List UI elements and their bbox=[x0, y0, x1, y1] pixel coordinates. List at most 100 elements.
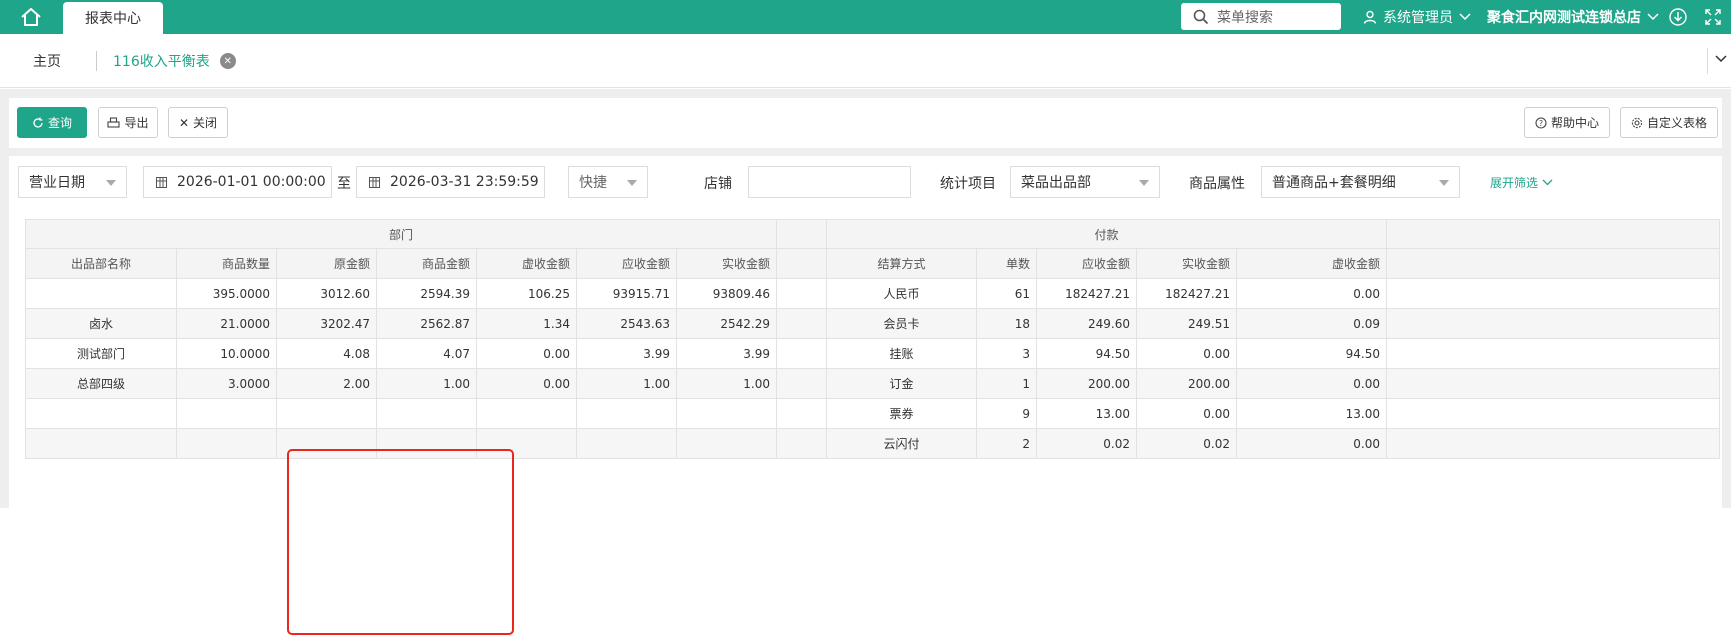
table-cell: 2.00 bbox=[276, 368, 377, 399]
column-header: 原金额 bbox=[276, 248, 377, 279]
top-navbar: 报表中心 菜单搜索 系统管理员 聚食汇内网测试连锁总店 bbox=[0, 0, 1731, 34]
start-date-value: 2026-01-01 00:00:00 bbox=[177, 174, 326, 190]
table-cell bbox=[276, 428, 377, 459]
store-input[interactable] bbox=[748, 166, 911, 198]
chevron-down-icon bbox=[1542, 179, 1553, 186]
table-row[interactable]: 395.0000 3012.60 2594.39 106.25 93915.71 9380… bbox=[25, 278, 1720, 309]
store-label: 店铺 bbox=[704, 176, 732, 192]
refresh-icon bbox=[33, 117, 43, 128]
breadcrumb-current-tab[interactable]: 116收入平衡表 ✕ bbox=[113, 51, 236, 71]
table-cell: 3.0000 bbox=[176, 368, 277, 399]
breadcrumb-home[interactable]: 主页 bbox=[33, 51, 61, 71]
table-cell: 1.00 bbox=[676, 368, 777, 399]
product-attr-select[interactable]: 普通商品+套餐明细 bbox=[1261, 166, 1460, 198]
stat-item-label: 统计项目 bbox=[940, 176, 996, 192]
table-cell: 订金 bbox=[826, 368, 977, 399]
help-center-button[interactable]: ? 帮助中心 bbox=[1524, 107, 1610, 138]
custom-table-button[interactable]: 自定义表格 bbox=[1620, 107, 1718, 138]
table-cell-spacer bbox=[776, 398, 827, 429]
column-header: 单数 bbox=[976, 248, 1037, 279]
table-cell: 3202.47 bbox=[276, 308, 377, 339]
quick-range-value: 快捷 bbox=[579, 175, 607, 191]
table-row[interactable]: 卤水 21.0000 3202.47 2562.87 1.34 2543.63 2542.2… bbox=[25, 308, 1720, 339]
download-icon[interactable] bbox=[1668, 7, 1688, 27]
chevron-down-icon[interactable] bbox=[1714, 52, 1728, 66]
end-date-input[interactable]: 2026-03-31 23:59:59 bbox=[356, 166, 545, 198]
breadcrumb: 主页 116收入平衡表 ✕ bbox=[0, 34, 1731, 88]
group-header-payment: 付款 bbox=[826, 219, 1387, 249]
table-cell: 61 bbox=[976, 278, 1037, 309]
fullscreen-icon[interactable] bbox=[1704, 8, 1722, 26]
product-attr-value: 普通商品+套餐明细 bbox=[1272, 175, 1396, 191]
user-icon bbox=[1363, 10, 1377, 24]
table-cell bbox=[25, 278, 177, 309]
table-row[interactable]: 总部四级 3.0000 2.00 1.00 0.00 1.00 1.00 订金 1 200.00 2… bbox=[25, 368, 1720, 399]
table-cell-spacer bbox=[1386, 338, 1720, 369]
tab-report-center[interactable]: 报表中心 bbox=[63, 2, 163, 34]
table-row[interactable]: 云闪付 2 0.02 0.02 0.00 bbox=[25, 428, 1720, 459]
table-cell: 9 bbox=[976, 398, 1037, 429]
table-row[interactable]: 测试部门 10.0000 4.08 4.07 0.00 3.99 3.99 挂账 3 94.50 0… bbox=[25, 338, 1720, 369]
calendar-icon bbox=[369, 176, 380, 188]
action-toolbar: 查询 导出 ✕ 关闭 ? 帮助中心 自定义表格 bbox=[9, 98, 1722, 148]
income-balance-table: 部门 付款 出品部名称 商品数量 原金额 商品金额 虚收金额 应收金额 实收金额 结算方式 单数… bbox=[25, 219, 1720, 459]
table-cell: 测试部门 bbox=[25, 338, 177, 369]
table-cell: 249.51 bbox=[1136, 308, 1237, 339]
table-cell: 200.00 bbox=[1036, 368, 1137, 399]
menu-search-input[interactable]: 菜单搜索 bbox=[1181, 3, 1341, 30]
date-type-select[interactable]: 营业日期 bbox=[18, 166, 127, 198]
table-cell: 3.99 bbox=[576, 338, 677, 369]
table-cell: 0.00 bbox=[1136, 338, 1237, 369]
column-header: 应收金额 bbox=[1036, 248, 1137, 279]
quick-range-select[interactable]: 快捷 bbox=[568, 166, 648, 198]
query-button-label: 查询 bbox=[47, 116, 72, 130]
table-cell: 182427.21 bbox=[1036, 278, 1137, 309]
caret-down-icon bbox=[1139, 180, 1149, 186]
table-cell-spacer bbox=[776, 428, 827, 459]
user-menu[interactable]: 系统管理员 bbox=[1363, 0, 1471, 34]
table-cell: 2543.63 bbox=[576, 308, 677, 339]
table-row[interactable]: 票券 9 13.00 0.00 13.00 bbox=[25, 398, 1720, 429]
table-cell: 10.0000 bbox=[176, 338, 277, 369]
home-button[interactable] bbox=[12, 4, 50, 30]
table-cell bbox=[25, 428, 177, 459]
start-date-input[interactable]: 2026-01-01 00:00:00 bbox=[143, 166, 332, 198]
date-type-value: 营业日期 bbox=[29, 175, 85, 191]
table-cell bbox=[276, 398, 377, 429]
close-tab-icon[interactable]: ✕ bbox=[219, 53, 236, 69]
table-cell: 4.08 bbox=[276, 338, 377, 369]
query-button[interactable]: 查询 bbox=[17, 107, 87, 138]
search-icon bbox=[1193, 9, 1209, 24]
table-cell: 13.00 bbox=[1036, 398, 1137, 429]
table-cell: 0.00 bbox=[476, 368, 577, 399]
export-button-label: 导出 bbox=[124, 116, 149, 130]
table-cell: 3 bbox=[976, 338, 1037, 369]
caret-down-icon bbox=[106, 180, 116, 186]
close-button[interactable]: ✕ 关闭 bbox=[168, 107, 228, 138]
table-cell: 0.02 bbox=[1036, 428, 1137, 459]
table-cell: 会员卡 bbox=[826, 308, 977, 339]
store-menu[interactable]: 聚食汇内网测试连锁总店 bbox=[1487, 0, 1659, 34]
table-cell: 94.50 bbox=[1036, 338, 1137, 369]
table-cell bbox=[176, 398, 277, 429]
table-cell: 200.00 bbox=[1136, 368, 1237, 399]
table-cell bbox=[576, 428, 677, 459]
expand-filter-link[interactable]: 展开筛选 bbox=[1490, 174, 1553, 191]
calendar-icon bbox=[156, 176, 167, 188]
custom-table-label: 自定义表格 bbox=[1646, 116, 1707, 130]
table-cell: 票券 bbox=[826, 398, 977, 429]
export-button[interactable]: 导出 bbox=[98, 107, 158, 138]
stat-item-select[interactable]: 菜品出品部 bbox=[1010, 166, 1160, 198]
table-cell: 93809.46 bbox=[676, 278, 777, 309]
svg-text:?: ? bbox=[1539, 119, 1543, 128]
table-cell: 1.00 bbox=[376, 368, 477, 399]
table-cell: 2594.39 bbox=[376, 278, 477, 309]
column-header: 虚收金额 bbox=[476, 248, 577, 279]
table-cell bbox=[376, 428, 477, 459]
filter-bar: 营业日期 2026-01-01 00:00:00 至 2026-03-31 23… bbox=[9, 156, 1722, 208]
table-cell bbox=[476, 428, 577, 459]
table-cell-spacer bbox=[776, 338, 827, 369]
table-cell: 4.07 bbox=[376, 338, 477, 369]
chevron-down-icon bbox=[1647, 13, 1659, 21]
help-icon: ? bbox=[1535, 116, 1547, 129]
